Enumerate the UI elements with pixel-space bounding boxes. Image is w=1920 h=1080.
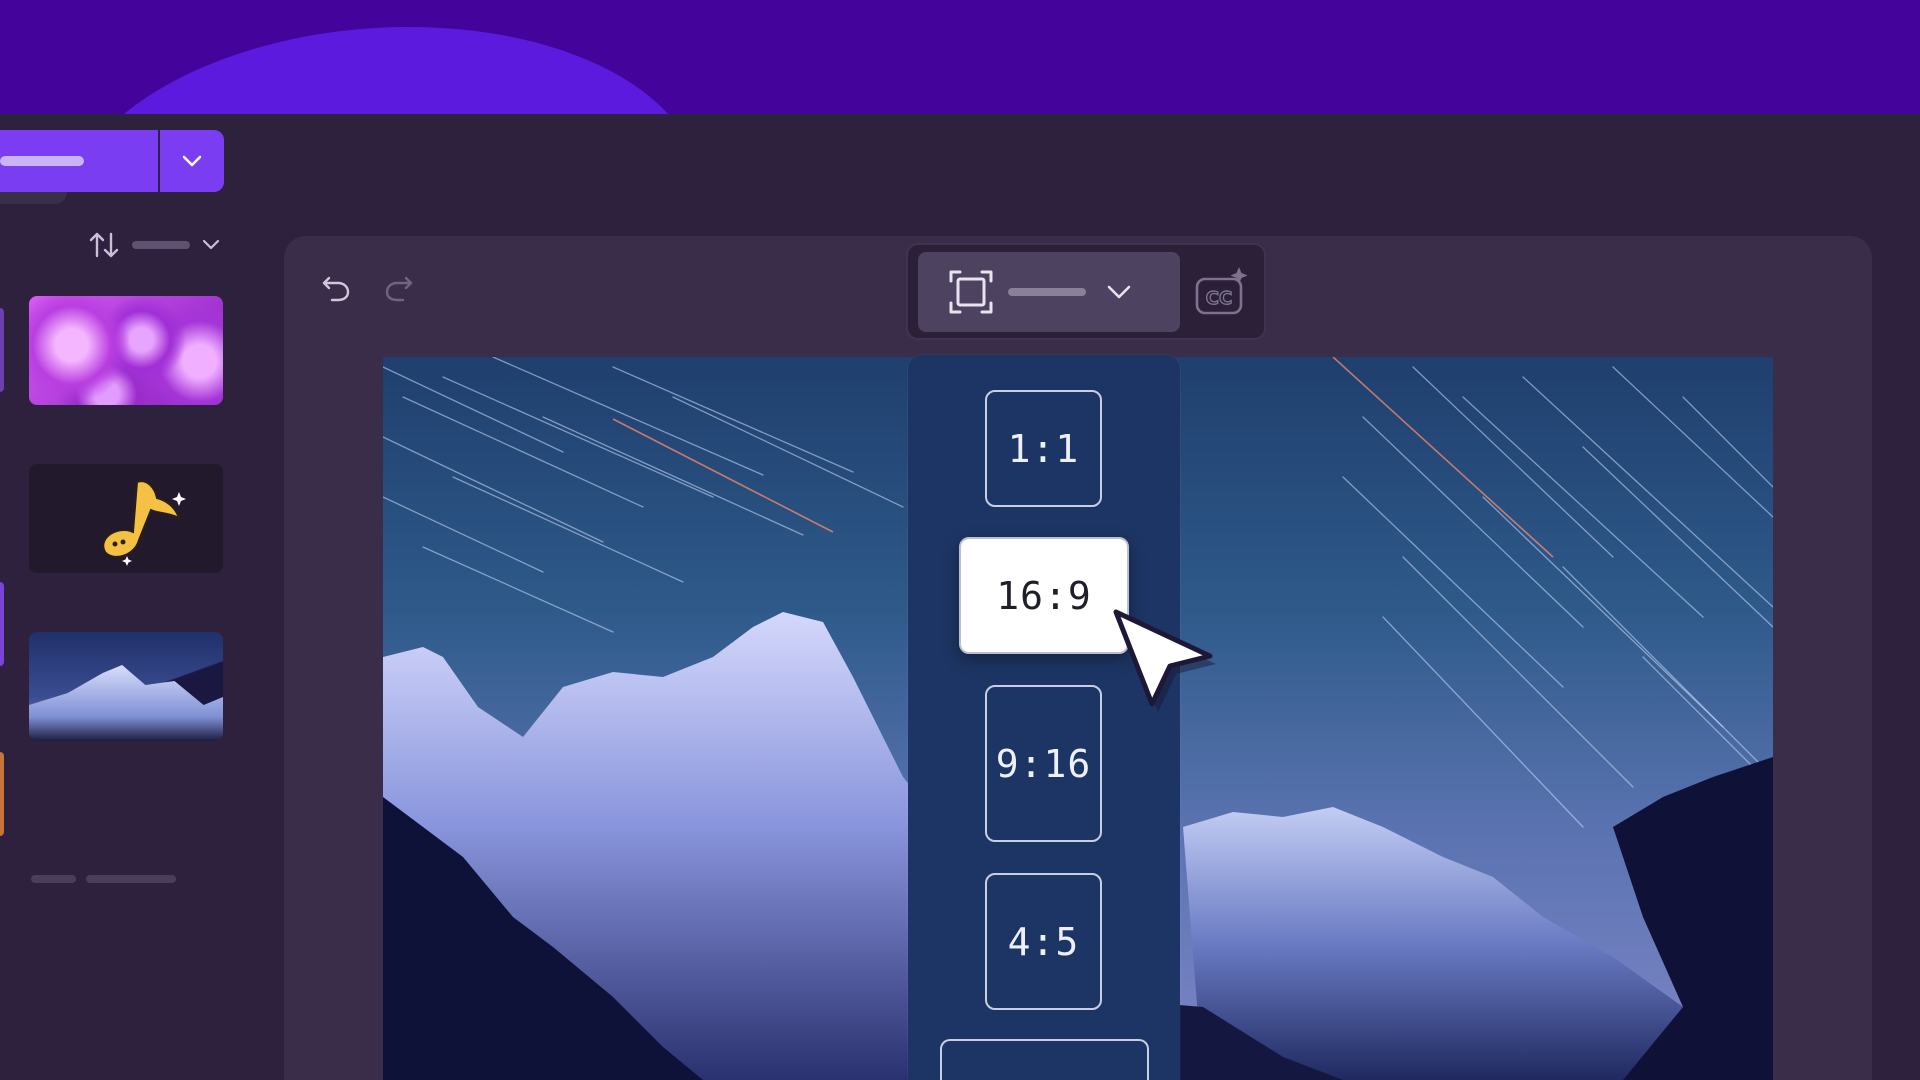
music-note-icon: [102, 480, 186, 566]
aspect-ratio-frame-icon: [949, 270, 993, 314]
thumbnail-caption-placeholder: [86, 875, 176, 883]
sort-arrows-icon: [89, 232, 119, 258]
aspect-option-4-5[interactable]: 4:5: [985, 873, 1102, 1010]
chevron-down-icon: [182, 155, 202, 167]
import-options-dropdown[interactable]: [160, 130, 224, 192]
edge-marker: [0, 308, 4, 392]
thumbnail-caption-placeholder: [31, 875, 76, 883]
aspect-option-more[interactable]: [940, 1039, 1149, 1080]
chevron-down-icon: [202, 239, 220, 250]
aspect-option-1-1[interactable]: 1:1: [985, 390, 1102, 507]
undo-icon: [322, 276, 350, 302]
chevron-down-icon: [1107, 285, 1131, 299]
media-thumbnail-audio[interactable]: [29, 464, 223, 573]
import-media-label-placeholder: [0, 156, 84, 166]
edge-marker: [0, 752, 4, 836]
undo-button[interactable]: [316, 266, 356, 306]
redo-icon: [385, 276, 413, 302]
svg-text:CC: CC: [1206, 288, 1232, 309]
edge-marker: [0, 582, 4, 666]
import-media-button[interactable]: [0, 130, 158, 192]
media-thumbnail-bubbles[interactable]: [29, 296, 223, 405]
auto-captions-button[interactable]: CC: [1190, 262, 1254, 322]
aspect-ratio-dropdown[interactable]: [918, 252, 1180, 332]
media-thumbnail-mountain[interactable]: [29, 632, 223, 741]
sort-control[interactable]: [88, 228, 228, 262]
aspect-option-16-9[interactable]: 16:9: [959, 537, 1129, 654]
aspect-option-9-16[interactable]: 9:16: [985, 685, 1102, 842]
redo-button[interactable]: [379, 266, 419, 306]
mountain-graphic: [29, 665, 223, 741]
decorative-blob: [50, 6, 710, 114]
aspect-ratio-label-placeholder: [1008, 288, 1086, 296]
sort-label-placeholder: [132, 241, 190, 249]
auto-captions-cc-icon: CC: [1195, 267, 1248, 315]
mouse-pointer-icon: [1113, 609, 1216, 712]
brand-band: [0, 0, 1920, 114]
